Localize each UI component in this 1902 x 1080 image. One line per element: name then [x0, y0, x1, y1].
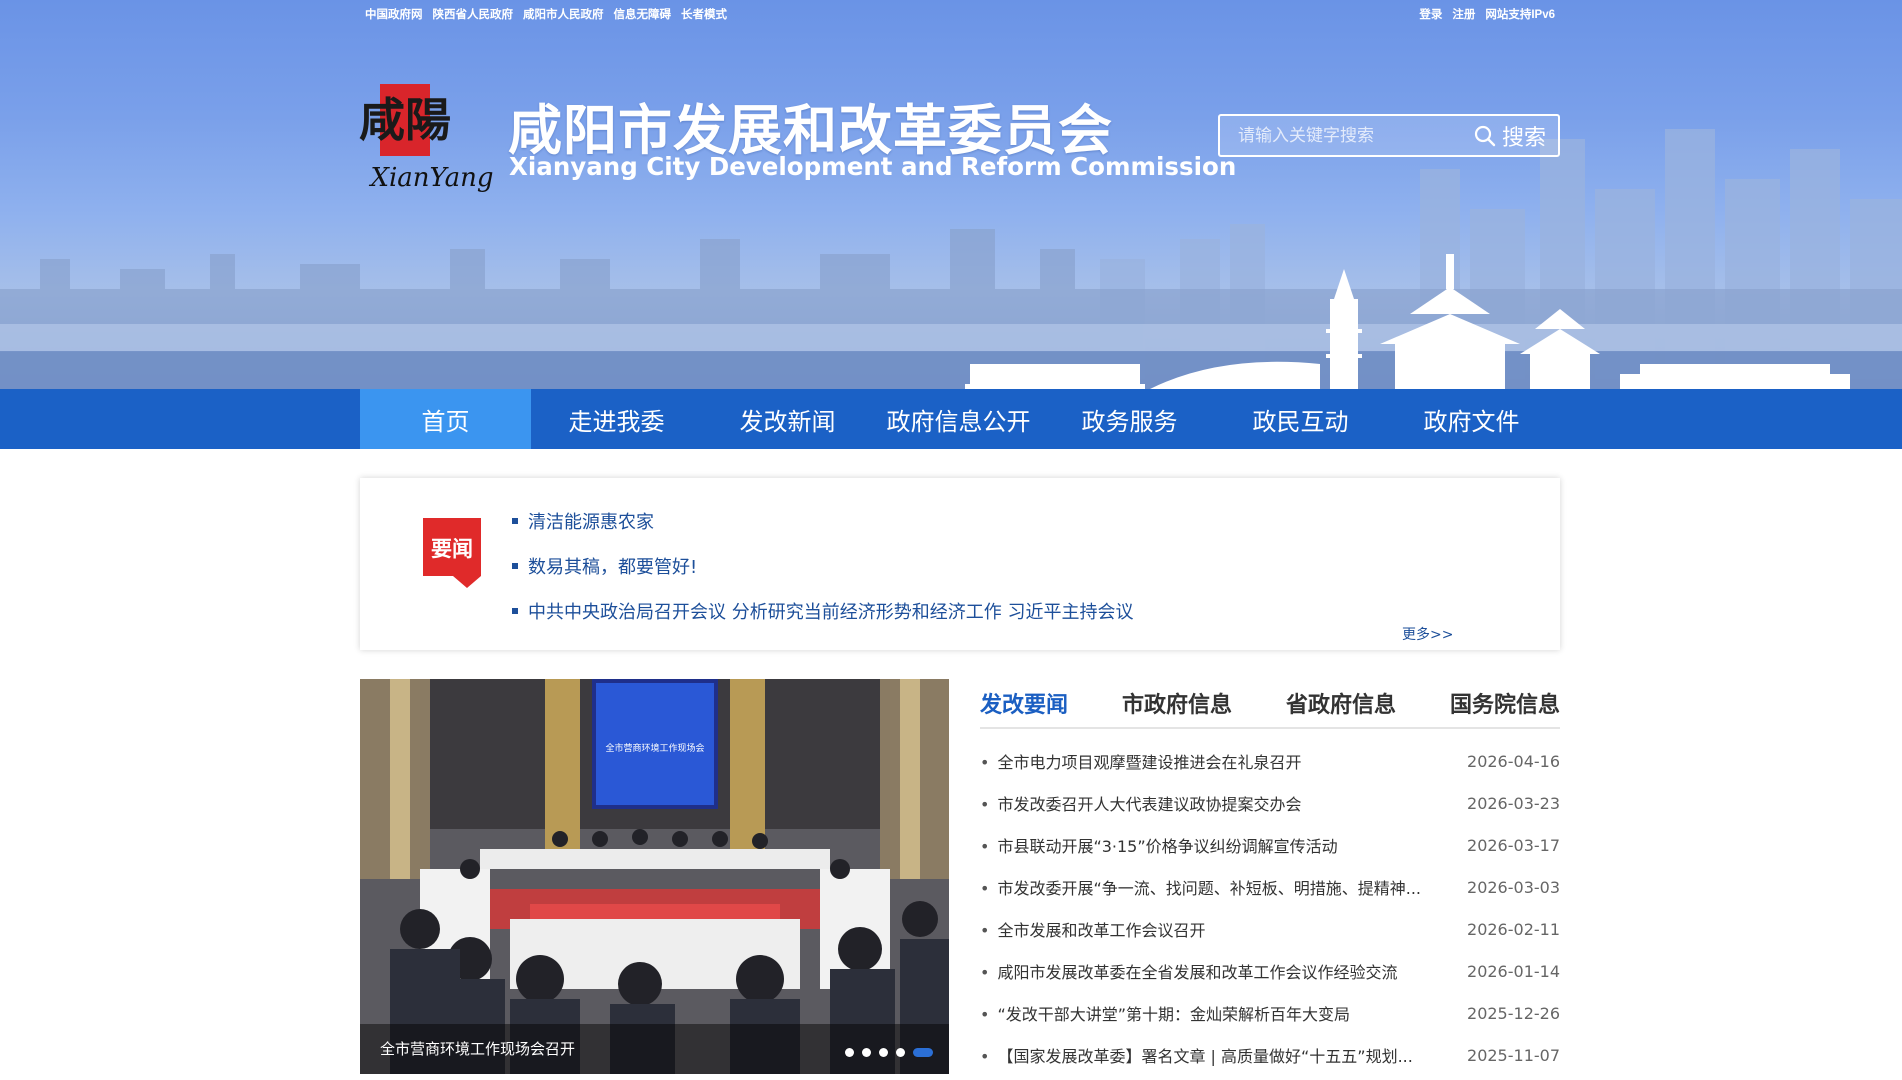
- tab-state-council-info[interactable]: 国务院信息: [1450, 678, 1560, 728]
- headline-item[interactable]: 中共中央政治局召开会议 分析研究当前经济形势和经济工作 习近平主持会议: [512, 588, 1133, 633]
- carousel-dot[interactable]: [896, 1048, 905, 1057]
- ipv6-support-link[interactable]: 网站支持IPv6: [1485, 6, 1555, 22]
- news-date: 2026-03-17: [1467, 835, 1560, 855]
- news-title[interactable]: 【国家发展改革委】署名文章 | 高质量做好“十五五”规划...: [980, 1043, 1412, 1067]
- carousel-dot[interactable]: [845, 1048, 854, 1057]
- news-date: 2026-03-03: [1467, 877, 1560, 897]
- news-title[interactable]: 咸阳市发展改革委在全省发展和改革工作会议作经验交流: [980, 959, 1397, 983]
- news-tabs: 发改要闻 市政府信息 省政府信息 国务院信息: [980, 679, 1560, 729]
- news-row[interactable]: 市县联动开展“3·15”价格争议纠纷调解宣传活动 2026-03-17: [980, 824, 1560, 866]
- news-row[interactable]: 市发改委开展“争一流、找问题、补短板、明措施、提精神... 2026-03-03: [980, 866, 1560, 908]
- register-link[interactable]: 注册: [1452, 6, 1475, 22]
- search-input[interactable]: [1220, 116, 1474, 155]
- carousel-dot[interactable]: [862, 1048, 871, 1057]
- top-link-xianyang-gov[interactable]: 咸阳市人民政府: [523, 6, 604, 22]
- search-button-label: 搜索: [1501, 125, 1546, 151]
- news-title[interactable]: 市发改委开展“争一流、找问题、补短板、明措施、提精神...: [980, 875, 1421, 899]
- carousel-photo: 全市营商环境工作现场会: [360, 679, 949, 1074]
- news-row[interactable]: 全市发展和改革工作会议召开 2026-02-11: [980, 908, 1560, 950]
- carousel-screen-text: 全市营商环境工作现场会: [605, 742, 704, 754]
- carousel-dot[interactable]: [879, 1048, 888, 1057]
- top-link-gov-cn[interactable]: 中国政府网: [365, 6, 423, 22]
- news-date: 2026-03-23: [1467, 793, 1560, 813]
- news-date: 2026-01-14: [1467, 961, 1560, 981]
- headline-list: 清洁能源惠农家 数易其稿，都要管好! 中共中央政治局召开会议 分析研究当前经济形…: [512, 498, 1133, 633]
- carousel-dots: [845, 1048, 933, 1057]
- header-banner: 中国政府网 陕西省人民政府 咸阳市人民政府 信息无障碍 长者模式 登录 注册 网…: [0, 0, 1902, 389]
- top-link-shaanxi-gov[interactable]: 陕西省人民政府: [433, 6, 514, 22]
- nav-item-services[interactable]: 政务服务: [1044, 389, 1215, 449]
- top-links-left: 中国政府网 陕西省人民政府 咸阳市人民政府 信息无障碍 长者模式: [365, 6, 727, 22]
- nav-item-info-disclosure[interactable]: 政府信息公开: [873, 389, 1044, 449]
- tab-fagai-news[interactable]: 发改要闻: [980, 678, 1068, 728]
- news-row[interactable]: 市发改委召开人大代表建议政协提案交办会 2026-03-23: [980, 782, 1560, 824]
- news-row[interactable]: 咸阳市发展改革委在全省发展和改革工作会议作经验交流 2026-01-14: [980, 950, 1560, 992]
- news-title[interactable]: 全市发展和改革工作会议召开: [980, 917, 1205, 941]
- main-nav: 首页 走进我委 发改新闻 政府信息公开 政务服务 政民互动 政府文件: [0, 389, 1902, 449]
- search-box: 搜索: [1218, 114, 1560, 157]
- nav-item-home[interactable]: 首页: [360, 389, 531, 449]
- news-date: 2026-04-16: [1467, 751, 1560, 771]
- top-utility-bar: 中国政府网 陕西省人民政府 咸阳市人民政府 信息无障碍 长者模式 登录 注册 网…: [0, 6, 1902, 24]
- svg-text:要闻: 要闻: [431, 537, 473, 561]
- search-icon: [1474, 125, 1496, 146]
- nav-item-about[interactable]: 走进我委: [531, 389, 702, 449]
- news-title[interactable]: 全市电力项目观摩暨建设推进会在礼泉召开: [980, 749, 1301, 773]
- login-link[interactable]: 登录: [1419, 6, 1442, 22]
- headline-item[interactable]: 清洁能源惠农家: [512, 498, 1133, 543]
- xianyang-logo[interactable]: 咸陽 XianYang: [358, 78, 506, 196]
- svg-text:咸陽: 咸陽: [359, 93, 451, 147]
- headline-badge: 要闻: [423, 518, 481, 588]
- news-row[interactable]: “发改干部大讲堂”第十期：金灿荣解析百年大变局 2025-12-26: [980, 992, 1560, 1034]
- news-title[interactable]: 市发改委召开人大代表建议政协提案交办会: [980, 791, 1301, 815]
- top-link-accessibility[interactable]: 信息无障碍: [614, 6, 672, 22]
- headline-item[interactable]: 数易其稿，都要管好!: [512, 543, 1133, 588]
- news-title[interactable]: 市县联动开展“3·15”价格争议纠纷调解宣传活动: [980, 833, 1337, 857]
- tab-city-gov-info[interactable]: 市政府信息: [1122, 678, 1232, 728]
- photo-carousel[interactable]: 全市营商环境工作现场会 全市营商环境工作现场会召开: [360, 679, 949, 1074]
- news-date: 2025-11-07: [1467, 1045, 1560, 1065]
- news-list: 全市电力项目观摩暨建设推进会在礼泉召开 2026-04-16 市发改委召开人大代…: [980, 740, 1560, 1076]
- nav-item-interaction[interactable]: 政民互动: [1215, 389, 1386, 449]
- carousel-dot-active[interactable]: [913, 1048, 933, 1057]
- top-link-elder-mode[interactable]: 长者模式: [681, 6, 727, 22]
- news-date: 2025-12-26: [1467, 1003, 1560, 1023]
- news-title[interactable]: “发改干部大讲堂”第十期：金灿荣解析百年大变局: [980, 1001, 1350, 1025]
- news-date: 2026-02-11: [1467, 919, 1560, 939]
- tab-province-gov-info[interactable]: 省政府信息: [1286, 678, 1396, 728]
- nav-item-news[interactable]: 发改新闻: [702, 389, 873, 449]
- site-subtitle: Xianyang City Development and Reform Com…: [509, 152, 1237, 181]
- news-row[interactable]: 【国家发展改革委】署名文章 | 高质量做好“十五五”规划... 2025-11-…: [980, 1034, 1560, 1076]
- logo-text: XianYang: [368, 163, 493, 193]
- nav-item-documents[interactable]: 政府文件: [1386, 389, 1557, 449]
- headline-news-box: 要闻 清洁能源惠农家 数易其稿，都要管好! 中共中央政治局召开会议 分析研究当前…: [360, 478, 1560, 650]
- search-button[interactable]: 搜索: [1474, 120, 1558, 152]
- top-links-right: 登录 注册 网站支持IPv6: [1419, 6, 1555, 22]
- news-row[interactable]: 全市电力项目观摩暨建设推进会在礼泉召开 2026-04-16: [980, 740, 1560, 782]
- carousel-caption[interactable]: 全市营商环境工作现场会召开: [380, 1038, 575, 1059]
- headline-more-link[interactable]: 更多>>: [1402, 624, 1453, 644]
